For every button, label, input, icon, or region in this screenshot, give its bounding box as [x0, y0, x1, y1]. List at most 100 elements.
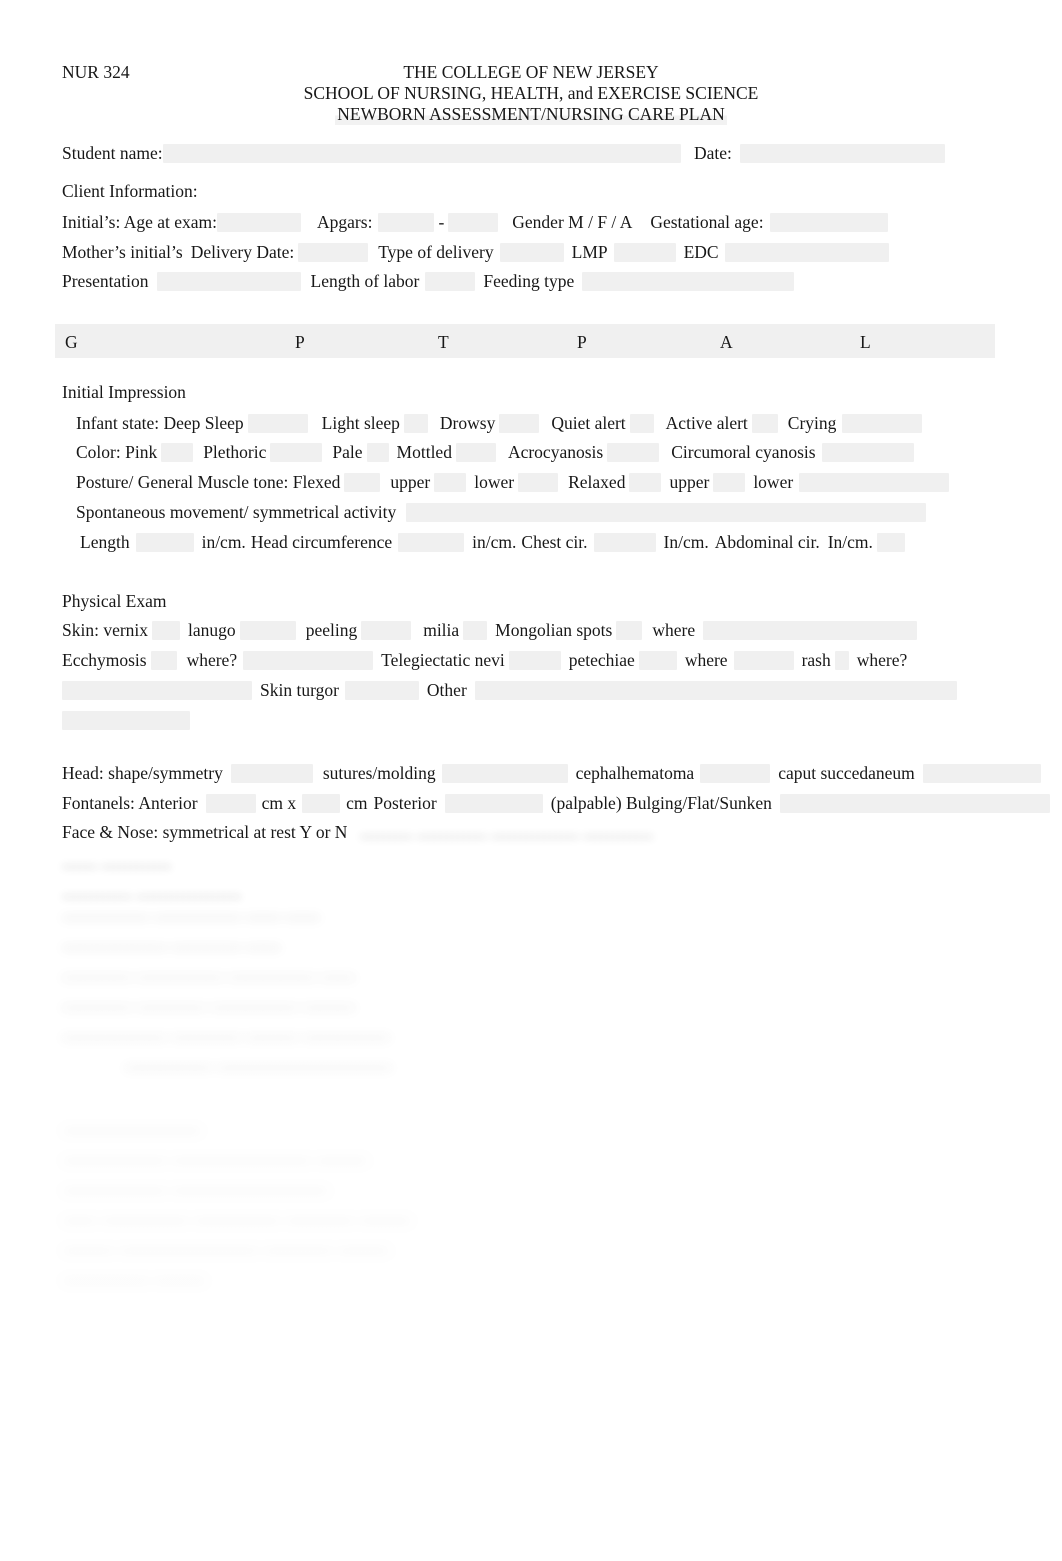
- telegiectatic-nevi-label[interactable]: Telegiectatic nevi: [381, 650, 505, 670]
- infant-state-option-light-sleep[interactable]: Light sleep: [322, 413, 400, 433]
- delivery-date-input[interactable]: [298, 243, 369, 262]
- infant-state-crying-input[interactable]: [842, 414, 923, 433]
- posture-option-upper-2[interactable]: upper: [669, 472, 709, 492]
- skin-where-input[interactable]: [703, 621, 918, 640]
- posture-upper1-input[interactable]: [434, 473, 467, 492]
- apgars-separator: -: [438, 212, 445, 232]
- infant-state-active-alert-input[interactable]: [751, 414, 778, 433]
- fontanels-anterior-input[interactable]: [205, 794, 256, 813]
- skin-milia-input[interactable]: [463, 621, 488, 640]
- ecchymosis-input[interactable]: [150, 651, 177, 670]
- gender-label[interactable]: Gender M / F / A: [512, 212, 632, 232]
- ecchymosis-label[interactable]: Ecchymosis: [62, 650, 147, 670]
- infant-state-option-quiet-alert[interactable]: Quiet alert: [551, 413, 625, 433]
- gestational-age-input[interactable]: [769, 213, 888, 232]
- date-input[interactable]: [739, 144, 945, 163]
- rash-input[interactable]: [834, 651, 849, 670]
- posture-upper2-input[interactable]: [713, 473, 746, 492]
- fontanels-posterior-input[interactable]: [444, 794, 543, 813]
- measurements-row: Length in/cm. Head circumference in/cm. Ches…: [80, 533, 905, 552]
- type-of-delivery-input[interactable]: [499, 243, 564, 262]
- infant-state-option-active-alert[interactable]: Active alert: [666, 413, 748, 433]
- skin-option-lanugo[interactable]: lanugo: [188, 620, 236, 640]
- client-info-line-2: Mother’s initial’s Delivery Date: Type of …: [62, 243, 889, 262]
- feeding-type-input[interactable]: [582, 272, 795, 291]
- skin-vernix-input[interactable]: [152, 621, 181, 640]
- apgars-first-input[interactable]: [378, 213, 435, 232]
- color-option-pale[interactable]: Pale: [332, 442, 362, 462]
- posture-flexed-input[interactable]: [344, 473, 381, 492]
- posture-option-upper-1[interactable]: upper: [390, 472, 430, 492]
- document-page: NUR 324 THE COLLEGE OF NEW JERSEY SCHOOL…: [0, 0, 1062, 1561]
- presentation-input[interactable]: [156, 272, 301, 291]
- length-input[interactable]: [135, 533, 194, 552]
- head-shape-symmetry-input[interactable]: [230, 764, 313, 783]
- infant-state-drowsy-input[interactable]: [499, 414, 540, 433]
- student-name-label: Student name:: [62, 143, 163, 163]
- sutures-molding-label[interactable]: sutures/molding: [323, 763, 436, 783]
- petechiae-where-input[interactable]: [733, 651, 794, 670]
- color-acrocyanosis-input[interactable]: [607, 443, 660, 462]
- student-name-input[interactable]: [162, 144, 681, 163]
- fontanels-notes-input[interactable]: [779, 794, 1050, 813]
- face-nose-row: Face & Nose: symmetrical at rest Y or N: [62, 823, 347, 842]
- length-of-labor-input[interactable]: [425, 272, 476, 291]
- initials-age-label: Initial’s: Age at exam:: [62, 212, 218, 232]
- skin-peeling-input[interactable]: [361, 621, 412, 640]
- infant-state-light-sleep-input[interactable]: [403, 414, 428, 433]
- color-pale-input[interactable]: [366, 443, 389, 462]
- color-label: Color: Pink: [76, 442, 158, 462]
- skin-other-input-continued[interactable]: [62, 711, 190, 730]
- edc-input[interactable]: [724, 243, 889, 262]
- color-plethoric-input[interactable]: [270, 443, 323, 462]
- posture-lower2-input[interactable]: [799, 473, 950, 492]
- spontaneous-movement-input[interactable]: [406, 503, 927, 522]
- posture-relaxed-input[interactable]: [629, 473, 662, 492]
- petechiae-label[interactable]: petechiae: [569, 650, 635, 670]
- posture-lower1-input[interactable]: [518, 473, 559, 492]
- telegiectatic-nevi-input[interactable]: [508, 651, 561, 670]
- color-pink-input[interactable]: [161, 443, 194, 462]
- abdominal-cir-input[interactable]: [876, 533, 905, 552]
- infant-state-quiet-alert-input[interactable]: [629, 414, 654, 433]
- color-option-circumoral-cyanosis[interactable]: Circumoral cyanosis: [671, 442, 815, 462]
- rash-where-input[interactable]: [62, 681, 252, 700]
- petechiae-input[interactable]: [638, 651, 677, 670]
- gptpal-g-label: G: [65, 332, 78, 352]
- posture-option-lower-2[interactable]: lower: [753, 472, 793, 492]
- apgars-second-input[interactable]: [448, 213, 499, 232]
- infant-state-label: Infant state: Deep Sleep: [76, 413, 244, 433]
- skin-mongolian-spots-input[interactable]: [616, 621, 643, 640]
- caput-succedaneum-label[interactable]: caput succedaneum: [778, 763, 915, 783]
- lmp-input[interactable]: [613, 243, 676, 262]
- posture-option-relaxed[interactable]: Relaxed: [568, 472, 625, 492]
- skin-other-input[interactable]: [474, 681, 957, 700]
- color-option-acrocyanosis[interactable]: Acrocyanosis: [508, 442, 603, 462]
- color-mottled-input[interactable]: [455, 443, 496, 462]
- ecchymosis-where-input[interactable]: [243, 651, 374, 670]
- fontanels-palpable-options[interactable]: (palpable) Bulging/Flat/Sunken: [551, 793, 772, 813]
- caput-succedaneum-input[interactable]: [922, 764, 1041, 783]
- rash-label[interactable]: rash: [802, 650, 831, 670]
- color-option-plethoric[interactable]: Plethoric: [203, 442, 266, 462]
- cephalhematoma-input[interactable]: [700, 764, 771, 783]
- color-circumoral-cyanosis-input[interactable]: [821, 443, 914, 462]
- infant-state-option-drowsy[interactable]: Drowsy: [440, 413, 495, 433]
- skin-option-milia[interactable]: milia: [423, 620, 459, 640]
- infant-state-option-crying[interactable]: Crying: [788, 413, 837, 433]
- infant-state-deep-sleep-input[interactable]: [247, 414, 308, 433]
- skin-lanugo-input[interactable]: [239, 621, 296, 640]
- skin-option-mongolian-spots[interactable]: Mongolian spots: [495, 620, 612, 640]
- skin-turgor-input[interactable]: [344, 681, 419, 700]
- skin-option-peeling[interactable]: peeling: [306, 620, 358, 640]
- posture-option-lower-1[interactable]: lower: [474, 472, 514, 492]
- color-option-mottled[interactable]: Mottled: [397, 442, 452, 462]
- head-circumference-input[interactable]: [398, 533, 465, 552]
- obscured-line: ……………… ………… ……… ……………: [62, 1023, 391, 1043]
- initials-age-input[interactable]: [217, 213, 302, 232]
- obscured-line: …… …………… …………… ………… ………: [62, 1206, 412, 1226]
- cephalhematoma-label[interactable]: cephalhematoma: [576, 763, 695, 783]
- chest-cir-input[interactable]: [593, 533, 656, 552]
- fontanels-anterior-second-input[interactable]: [302, 794, 341, 813]
- sutures-molding-input[interactable]: [441, 764, 568, 783]
